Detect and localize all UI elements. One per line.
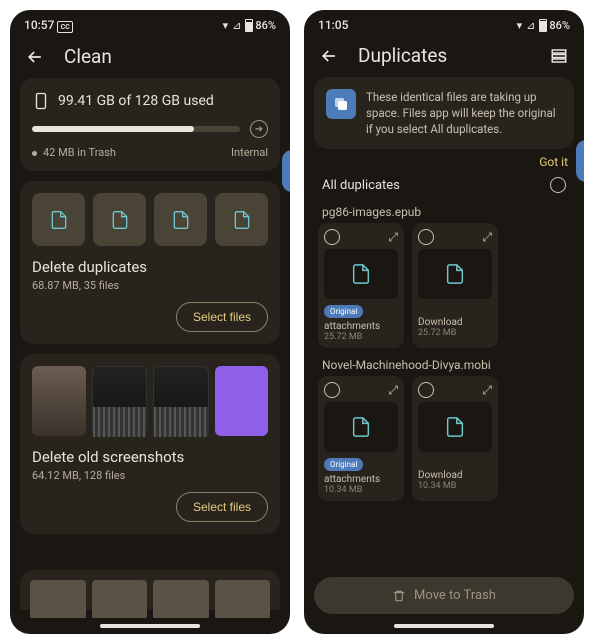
app-bar: Clean (10, 37, 290, 78)
file-icon (232, 208, 252, 232)
screenshot-thumb[interactable] (32, 366, 86, 436)
group-title: pg86-images.epub (314, 201, 574, 223)
trash-icon (392, 589, 406, 603)
delete-screenshots-card: Delete old screenshots 64.12 MB, 128 fil… (20, 354, 280, 534)
tile-size: 10.34 MB (324, 485, 398, 495)
select-files-button[interactable]: Select files (176, 492, 268, 522)
move-to-trash-button[interactable]: Move to Trash (314, 577, 574, 614)
select-all-row[interactable]: All duplicates (314, 169, 574, 201)
back-button[interactable] (24, 46, 46, 68)
status-bar: 11:05 ▾ ⊿ 86% (304, 10, 584, 36)
cc-icon: cc (57, 21, 72, 33)
battery-indicator: 86% (539, 19, 570, 32)
wifi-icon: ▾ (517, 19, 523, 32)
file-icon (49, 208, 69, 232)
screenshot-thumb[interactable] (153, 366, 209, 436)
file-icon (110, 208, 130, 232)
page-title: Clean (64, 45, 112, 68)
screen-clean: 10:57 cc ▾ ⊿ 86% Clean 99.41 GB of 128 G… (10, 10, 290, 634)
select-files-button[interactable]: Select files (176, 302, 268, 332)
battery-indicator: 86% (245, 19, 276, 32)
tile-folder: attachments (324, 474, 398, 485)
select-all-checkbox[interactable] (550, 177, 566, 193)
app-bar: Duplicates (304, 36, 584, 77)
tile-checkbox[interactable] (418, 382, 434, 398)
duplicate-tile[interactable]: ⤢ Original attachments 10.34 MB (318, 376, 404, 501)
duplicate-tile[interactable]: ⤢ Original attachments 25.72 MB (318, 223, 404, 348)
tile-folder: attachments (324, 321, 398, 332)
file-icon (444, 414, 466, 440)
expand-icon[interactable]: ⤢ (482, 230, 492, 245)
clock: 10:57 (24, 18, 54, 32)
duplicate-thumb[interactable] (93, 193, 146, 246)
phone-icon (32, 90, 50, 112)
signal-icon: ⊿ (232, 19, 241, 32)
group-title: Novel-Machinehood-Divya.mobi (314, 354, 574, 376)
gesture-bar[interactable] (100, 624, 200, 628)
tile-folder: Download (418, 317, 492, 328)
file-icon (444, 261, 466, 287)
file-icon (171, 208, 191, 232)
bottom-action-label: Move to Trash (414, 588, 496, 603)
trash-size: 42 MB in Trash (32, 146, 116, 159)
storage-card[interactable]: 99.41 GB of 128 GB used ➜ 42 MB in Trash… (20, 78, 280, 171)
screenshots-heading: Delete old screenshots (32, 448, 268, 466)
view-toggle-button[interactable] (548, 45, 570, 67)
next-card-peek[interactable] (20, 570, 280, 610)
assist-edge-handle[interactable] (576, 140, 584, 182)
duplicate-thumb[interactable] (215, 193, 268, 246)
banner-dismiss[interactable]: Got it (314, 155, 574, 169)
storage-details-button[interactable]: ➜ (250, 120, 268, 138)
screenshot-thumb[interactable] (92, 366, 148, 436)
screenshot-thumb[interactable] (215, 366, 269, 436)
tile-checkbox[interactable] (324, 229, 340, 245)
banner-text: These identical files are taking up spac… (366, 89, 562, 137)
info-banner: These identical files are taking up spac… (314, 77, 574, 149)
storage-location: Internal (231, 146, 268, 159)
file-icon (350, 414, 372, 440)
duplicates-subtitle: 68.87 MB, 35 files (32, 279, 268, 292)
page-title: Duplicates (358, 44, 447, 67)
delete-duplicates-card: Delete duplicates 68.87 MB, 35 files Sel… (20, 181, 280, 344)
gesture-bar[interactable] (394, 624, 494, 628)
tile-size: 25.72 MB (324, 332, 398, 342)
screen-duplicates: 11:05 ▾ ⊿ 86% Duplicates These identical… (304, 10, 584, 634)
assist-edge-handle[interactable] (282, 150, 290, 192)
tile-checkbox[interactable] (324, 382, 340, 398)
storage-used-text: 99.41 GB of 128 GB used (58, 93, 214, 109)
screenshots-subtitle: 64.12 MB, 128 files (32, 469, 268, 482)
tile-size: 25.72 MB (418, 328, 492, 338)
original-badge: Original (324, 305, 363, 318)
back-button[interactable] (318, 45, 340, 67)
signal-icon: ⊿ (526, 19, 535, 32)
tile-size: 10.34 MB (418, 481, 492, 491)
original-badge: Original (324, 458, 363, 471)
duplicate-tile[interactable]: ⤢ Download 10.34 MB (412, 376, 498, 501)
duplicate-thumb[interactable] (154, 193, 207, 246)
duplicate-tile[interactable]: ⤢ Download 25.72 MB (412, 223, 498, 348)
duplicates-heading: Delete duplicates (32, 258, 268, 276)
expand-icon[interactable]: ⤢ (388, 230, 398, 245)
duplicate-icon (326, 89, 356, 119)
expand-icon[interactable]: ⤢ (482, 383, 492, 398)
all-duplicates-label: All duplicates (322, 178, 400, 193)
tile-checkbox[interactable] (418, 229, 434, 245)
duplicate-thumb[interactable] (32, 193, 85, 246)
status-bar: 10:57 cc ▾ ⊿ 86% (10, 10, 290, 37)
clock: 11:05 (318, 18, 348, 32)
tile-folder: Download (418, 470, 492, 481)
storage-progress (32, 126, 240, 132)
wifi-icon: ▾ (223, 19, 229, 32)
file-icon (350, 261, 372, 287)
expand-icon[interactable]: ⤢ (388, 383, 398, 398)
